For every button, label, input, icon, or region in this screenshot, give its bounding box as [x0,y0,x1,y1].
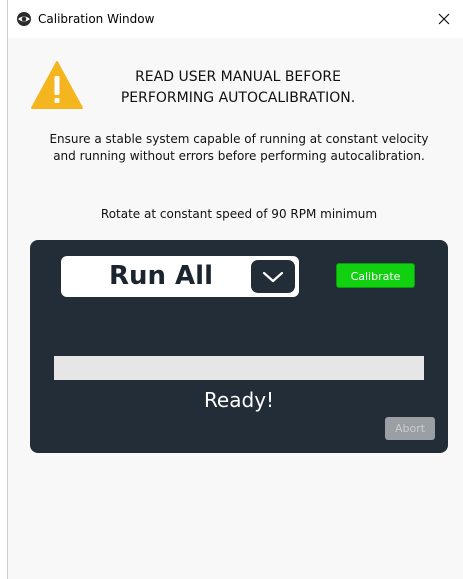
rpm-note: Rotate at constant speed of 90 RPM minim… [100,207,378,221]
title-bar: Calibration Window [8,0,463,38]
calibration-progress-bar [54,356,424,380]
warning-line-2: PERFORMING AUTOCALIBRATION. [120,90,356,106]
warning-message: READ USER MANUAL BEFORE PERFORMING AUTOC… [78,67,398,109]
chevron-down-icon [262,271,284,282]
mode-selected-value: Run All [108,261,214,291]
eye-logo-icon [17,12,31,26]
mode-dropdown-toggle[interactable] [251,260,295,293]
close-icon [438,13,450,25]
instruction-line-2: and running without errors before perfor… [53,149,425,163]
calibration-panel: Run All Calibrate Ready! Abort [30,240,448,453]
warning-line-1: READ USER MANUAL BEFORE [135,69,341,85]
mode-dropdown[interactable]: Run All [61,256,299,297]
stability-instructions: Ensure a stable system capable of runnin… [22,131,456,165]
calibration-window: Calibration Window READ USER MANUAL BEFO… [7,0,463,579]
close-button[interactable] [424,0,463,38]
instruction-line-1: Ensure a stable system capable of runnin… [49,132,429,146]
status-label: Ready! [203,388,275,412]
abort-button[interactable]: Abort [385,417,435,440]
calibrate-button[interactable]: Calibrate [336,263,415,288]
window-title: Calibration Window [38,12,155,26]
warning-triangle-icon [31,61,83,109]
